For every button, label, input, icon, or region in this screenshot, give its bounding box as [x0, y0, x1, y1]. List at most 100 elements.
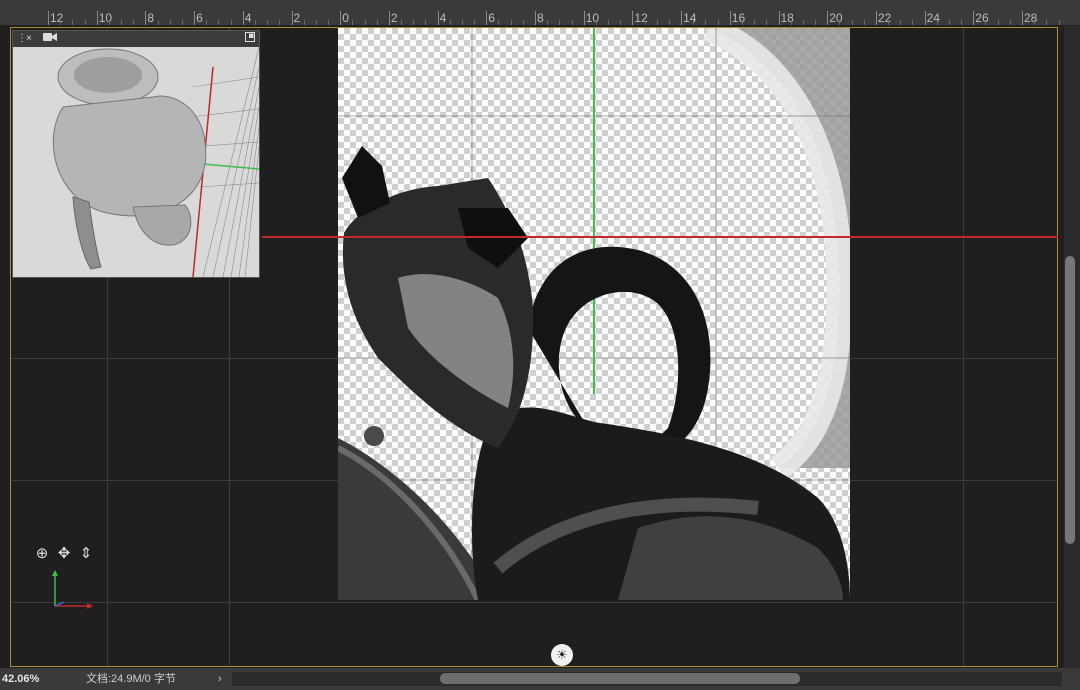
- ruler-tick: [364, 20, 366, 25]
- ruler-label: 8: [147, 11, 155, 25]
- ruler-tick: [522, 20, 524, 25]
- ruler-tick: [595, 20, 597, 25]
- ruler-tick: [121, 20, 123, 25]
- grid-line: [11, 602, 1057, 603]
- ruler-tick: [279, 20, 281, 25]
- ruler-tick: [839, 20, 841, 25]
- ruler-tick: [169, 20, 171, 25]
- ruler-tick: [133, 20, 135, 25]
- ruler-label: 26: [975, 11, 989, 25]
- ruler-label: 2: [390, 11, 398, 25]
- horizontal-ruler[interactable]: 12 10 8 6 4 2 0 2 4 6 8 10 12 14 16 18 20 22 24 26 28: [0, 0, 1080, 26]
- ruler-tick: [340, 11, 342, 25]
- ruler-tick: [1034, 20, 1036, 25]
- ruler-tick: [1022, 11, 1023, 25]
- ruler-tick: [242, 11, 244, 25]
- ruler-tick: [681, 11, 683, 25]
- ruler-tick: [535, 11, 536, 25]
- teapot-render: [338, 28, 850, 600]
- pan-3d-icon[interactable]: ✥: [55, 545, 73, 563]
- mini-viewer-render: [13, 47, 259, 277]
- ruler-tick: [888, 20, 890, 25]
- camera-icon[interactable]: [43, 32, 57, 47]
- ruler-tick: [461, 20, 463, 25]
- ruler-tick: [851, 20, 853, 25]
- ruler-tick: [668, 20, 670, 25]
- ruler-tick: [72, 20, 74, 25]
- orbit-3d-icon[interactable]: ⊕: [33, 545, 51, 563]
- ruler-tick: [376, 20, 378, 25]
- ruler-tick: [961, 20, 963, 25]
- dolly-3d-icon[interactable]: ⇕: [77, 545, 95, 563]
- ruler-label: 28: [1024, 11, 1038, 25]
- ruler-tick: [181, 20, 183, 25]
- status-menu-arrow[interactable]: ›: [218, 668, 222, 690]
- ruler-tick: [254, 20, 256, 25]
- ruler-tick: [948, 20, 950, 25]
- document-info: 文档:24.9M/0 字节: [86, 673, 176, 685]
- ruler-tick: [620, 20, 622, 25]
- ruler-tick: [108, 20, 110, 25]
- ruler-label: 8: [537, 11, 544, 25]
- ruler-tick: [84, 20, 86, 25]
- ruler-tick: [741, 20, 743, 25]
- ruler-tick: [1058, 20, 1060, 25]
- ruler-tick: [510, 20, 512, 25]
- ruler-tick: [644, 20, 646, 25]
- ruler-tick: [802, 20, 804, 25]
- ruler-tick: [498, 20, 500, 25]
- ruler-tick: [547, 20, 549, 25]
- vertical-scrollbar-thumb[interactable]: [1065, 256, 1075, 544]
- ruler-tick: [437, 11, 439, 25]
- status-bar: 42.06% 文档:24.9M/0 字节 ›: [0, 668, 1080, 690]
- ruler-tick: [973, 11, 975, 25]
- ruler-tick: [790, 20, 792, 25]
- ruler-tick: [425, 20, 427, 25]
- ruler-tick: [194, 11, 196, 25]
- sun-light-icon[interactable]: ☀: [551, 644, 573, 666]
- ruler-tick: [705, 20, 707, 25]
- ruler-tick: [413, 20, 415, 25]
- ruler-label: 24: [926, 11, 940, 25]
- ruler-tick: [145, 11, 147, 25]
- ruler-tick: [352, 20, 354, 25]
- ruler-tick: [206, 20, 208, 25]
- ruler-label: 4: [244, 11, 252, 25]
- ruler-tick: [388, 11, 390, 25]
- guide-red-horizontal[interactable]: [262, 236, 1058, 238]
- ruler-tick: [912, 20, 914, 25]
- close-icon[interactable]: ×: [26, 32, 32, 46]
- 3d-camera-tools: ⊕ ✥ ⇕: [33, 545, 103, 565]
- ruler-tick: [900, 20, 902, 25]
- ruler-tick: [218, 20, 220, 25]
- horizontal-scrollbar-thumb[interactable]: [440, 673, 800, 684]
- ruler-tick: [486, 11, 488, 25]
- ruler-tick: [449, 20, 451, 25]
- ruler-tick: [315, 20, 317, 25]
- 3d-axis-widget[interactable]: [48, 568, 98, 612]
- canvas-3d-render[interactable]: [338, 28, 850, 600]
- ruler-label: 16: [731, 11, 746, 25]
- ruler-tick: [924, 11, 926, 25]
- ruler-tick: [96, 11, 98, 25]
- grid-line: [963, 28, 964, 666]
- ruler-tick: [267, 20, 269, 25]
- ruler-label: 6: [196, 11, 203, 25]
- ruler-label: 10: [98, 11, 113, 25]
- ruler-tick: [1046, 20, 1048, 25]
- zoom-level[interactable]: 42.06%: [0, 668, 48, 690]
- ruler-label: 2: [293, 11, 301, 25]
- ruler-tick: [583, 11, 585, 25]
- ruler-tick: [291, 11, 293, 25]
- ruler-tick: [875, 11, 877, 25]
- 3d-secondary-view[interactable]: ⋮ ×: [12, 30, 260, 278]
- ruler-label: 18: [780, 11, 794, 25]
- ruler-tick: [985, 20, 987, 25]
- ruler-label: 4: [439, 11, 447, 25]
- ruler-tick: [863, 20, 865, 25]
- expand-icon[interactable]: [245, 32, 255, 47]
- ruler-tick: [230, 20, 232, 25]
- ruler-label: 10: [585, 11, 600, 25]
- ruler-tick: [608, 20, 610, 25]
- ruler-tick: [157, 20, 159, 25]
